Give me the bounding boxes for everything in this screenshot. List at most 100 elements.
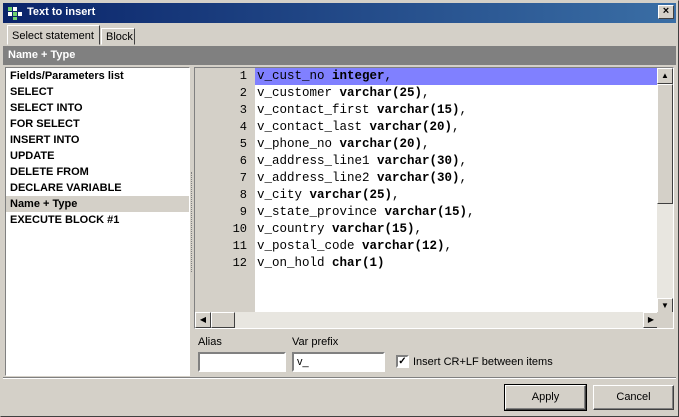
var-type: varchar(30) [377, 171, 460, 185]
code-line[interactable]: v_on_hold char(1) [255, 255, 657, 272]
line-number: 4 [239, 120, 247, 134]
title-bar[interactable]: Text to insert × [3, 3, 676, 23]
code-line[interactable]: v_city varchar(25), [255, 187, 657, 204]
var-type: varchar(25) [309, 188, 393, 202]
code-line-text: v_address_line2 varchar(30), [255, 171, 467, 185]
line-number: 9 [239, 205, 247, 219]
code-line[interactable]: v_postal_code varchar(12), [255, 238, 657, 255]
code-line-text: v_contact_last varchar(20), [255, 120, 460, 134]
group-header: Name + Type [3, 46, 676, 65]
cancel-button[interactable]: Cancel [593, 385, 674, 410]
scrollbar-corner [657, 312, 673, 328]
var-type: varchar(15) [384, 205, 468, 219]
code-line-text: v_postal_code varchar(12), [255, 239, 452, 253]
list-item[interactable]: Fields/Parameters list [6, 68, 189, 84]
close-icon[interactable]: × [658, 5, 674, 19]
line-number: 12 [232, 256, 247, 270]
list-item[interactable]: UPDATE [6, 148, 189, 164]
code-line[interactable]: v_contact_last varchar(20), [255, 119, 657, 136]
var-type: varchar(20) [369, 120, 453, 134]
list-item[interactable]: Name + Type [6, 196, 189, 212]
line-number: 8 [239, 188, 247, 202]
var-type: varchar(15) [332, 222, 415, 236]
window-title: Text to insert [27, 6, 96, 18]
line-number: 3 [239, 103, 247, 117]
code-editor[interactable]: 1 2 3 4 5 6 7 8 9 10 11 12 v_cust_no integer, v_cust… [194, 67, 674, 329]
code-line-text: v_address_line1 varchar(30), [255, 154, 467, 168]
template-list[interactable]: Fields/Parameters list SELECT SELECT INTO F… [5, 67, 190, 376]
code-line-text: v_customer varchar(25), [255, 86, 430, 100]
var-name: v_country [257, 222, 333, 236]
vertical-scroll-thumb[interactable] [657, 84, 673, 204]
tab-select-statement[interactable]: Select statement [7, 25, 100, 45]
var-name: v_address_line1 [257, 154, 378, 168]
code-line[interactable]: v_contact_first varchar(15), [255, 102, 657, 119]
list-item[interactable]: SELECT INTO [6, 100, 189, 116]
code-line[interactable]: v_address_line2 varchar(30), [255, 170, 657, 187]
list-item[interactable]: EXECUTE BLOCK #1 [6, 212, 189, 228]
code-line-text: v_on_hold char(1) [255, 256, 385, 270]
code-line[interactable]: v_cust_no integer, [255, 68, 657, 85]
line-terminator: , [459, 171, 468, 185]
line-terminator: , [459, 154, 468, 168]
scroll-up-icon[interactable]: ▲ [657, 68, 673, 84]
list-item[interactable]: FOR SELECT [6, 116, 189, 132]
code-line[interactable]: v_address_line1 varchar(30), [255, 153, 657, 170]
list-item[interactable]: SELECT [6, 84, 189, 100]
line-number: 11 [232, 239, 247, 253]
code-line[interactable]: v_state_province varchar(15), [255, 204, 657, 221]
line-terminator: , [459, 103, 468, 117]
code-line-text: v_phone_no varchar(20), [255, 137, 430, 151]
var-type: varchar(25) [339, 86, 423, 100]
splitter-grip [191, 172, 193, 272]
crlf-checkbox[interactable]: ✓ [396, 355, 409, 368]
code-line[interactable]: v_customer varchar(25), [255, 85, 657, 102]
var-name: v_contact_first [257, 103, 378, 117]
var-type: varchar(30) [377, 154, 460, 168]
var-type: integer [332, 69, 385, 83]
horizontal-scrollbar[interactable]: ◀ ▶ [195, 312, 659, 328]
line-number: 5 [239, 137, 247, 151]
line-terminator: , [444, 239, 453, 253]
line-terminator: , [422, 86, 430, 100]
alias-label: Alias [198, 336, 222, 348]
var-type: varchar(15) [377, 103, 460, 117]
line-terminator: , [422, 137, 430, 151]
vertical-scrollbar[interactable]: ▲ ▼ [657, 68, 673, 314]
line-number-gutter: 1 2 3 4 5 6 7 8 9 10 11 12 [195, 68, 255, 314]
var-type: char(1) [332, 256, 385, 270]
list-item[interactable]: INSERT INTO [6, 132, 189, 148]
var-name: v_address_line2 [257, 171, 378, 185]
code-area[interactable]: v_cust_no integer, v_customer varchar(25)… [255, 68, 657, 314]
line-number: 7 [239, 171, 247, 185]
line-number: 10 [232, 222, 247, 236]
code-line[interactable]: v_country varchar(15), [255, 221, 657, 238]
scroll-left-icon[interactable]: ◀ [195, 312, 211, 328]
var-name: v_customer [257, 86, 340, 100]
line-terminator: , [467, 205, 475, 219]
code-line-text: v_city varchar(25), [255, 188, 400, 202]
var-name: v_city [257, 188, 310, 202]
line-number: 2 [239, 86, 247, 100]
code-line-text: v_state_province varchar(15), [255, 205, 475, 219]
line-terminator: , [414, 222, 423, 236]
var-name: v_contact_last [257, 120, 370, 134]
tab-block[interactable]: Block [101, 28, 135, 45]
alias-input[interactable] [198, 352, 286, 372]
list-item[interactable]: DECLARE VARIABLE [6, 180, 189, 196]
var-name: v_state_province [257, 205, 385, 219]
code-line-text: v_contact_first varchar(15), [255, 103, 467, 117]
horizontal-scroll-thumb[interactable] [211, 312, 235, 328]
dialog-window: Text to insert × Select statement Block … [0, 0, 679, 417]
app-icon [7, 5, 23, 21]
var-name: v_phone_no [257, 137, 340, 151]
var-type: varchar(20) [339, 137, 423, 151]
crlf-label: Insert CR+LF between items [413, 356, 553, 368]
code-line[interactable]: v_phone_no varchar(20), [255, 136, 657, 153]
list-item[interactable]: DELETE FROM [6, 164, 189, 180]
var-name: v_cust_no [257, 69, 333, 83]
apply-button[interactable]: Apply [504, 384, 587, 411]
line-terminator: , [392, 188, 400, 202]
code-line-text: v_country varchar(15), [255, 222, 422, 236]
var-prefix-input[interactable]: v_ [292, 352, 385, 372]
